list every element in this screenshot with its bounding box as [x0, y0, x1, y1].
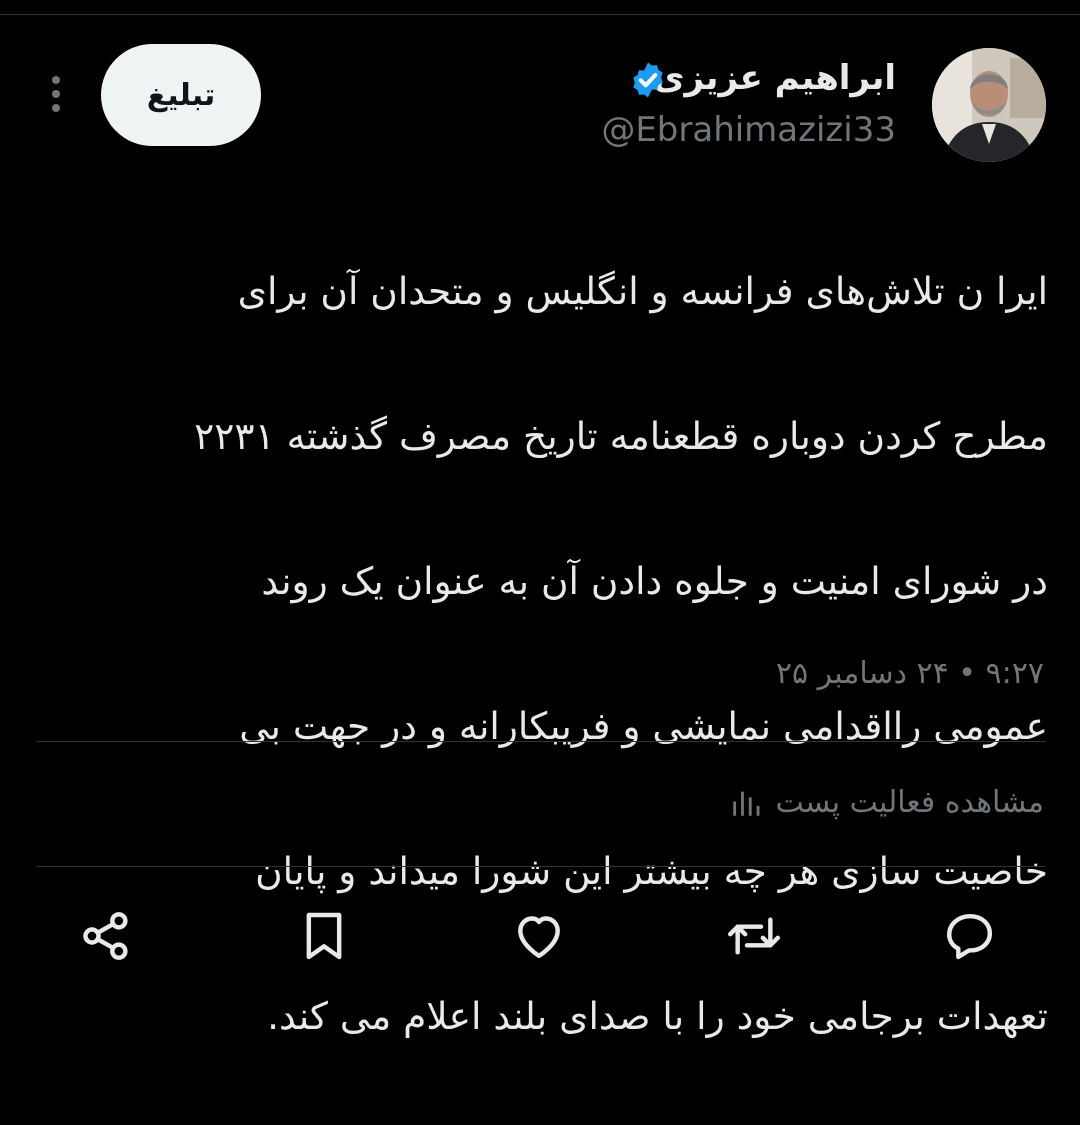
tweet-line: خاصیت سازی هر چه بیشتر این شورا میداند و…: [255, 848, 1048, 893]
tweet-timestamp[interactable]: ۹:۲۷ • ۲۴ دسامبر ۲۵: [776, 656, 1044, 691]
author-avatar[interactable]: [932, 48, 1046, 162]
divider: [36, 866, 1046, 867]
tweet-line: تعهدات برجامی خود را با صدای بلند اعلام …: [267, 993, 1048, 1038]
reply-button[interactable]: [940, 906, 1000, 966]
top-divider: [0, 14, 1080, 15]
tweet-line: ایرا ن تلاش‌های فرانسه و انگلیس و متحدان…: [237, 268, 1048, 313]
share-button[interactable]: [76, 906, 136, 966]
bookmark-button[interactable]: [294, 906, 354, 966]
tweet-line: در شورای امنیت و جلوه دادن آن به عنوان ی…: [261, 558, 1048, 603]
like-icon: [518, 916, 560, 959]
profile-photo-icon: [932, 48, 1046, 162]
retweet-icon: [727, 917, 781, 955]
analytics-icon: [733, 791, 760, 816]
author-handle[interactable]: @Ebrahimazizi33: [601, 110, 896, 150]
more-vertical-icon[interactable]: [50, 74, 62, 114]
reply-icon: [947, 913, 993, 960]
divider: [36, 741, 1046, 742]
post-activity-label: مشاهده فعالیت پست: [775, 785, 1044, 820]
post-activity-link[interactable]: مشاهده فعالیت پست: [729, 785, 1044, 820]
tweet-body: ایرا ن تلاش‌های فرانسه و انگلیس و متحدان…: [36, 182, 1048, 1125]
tweet-line: عمومی رااقدامی نمایشی و فریبکارانه و در …: [239, 703, 1048, 748]
like-button[interactable]: [509, 906, 569, 966]
promote-button[interactable]: تبلیغ: [101, 44, 261, 146]
share-icon: [83, 912, 128, 960]
tweet-line: مطرح کردن دوباره قطعنامه تاریخ مصرف گذشت…: [194, 413, 1048, 458]
verified-badge-icon[interactable]: [628, 60, 668, 100]
retweet-button[interactable]: [724, 906, 784, 966]
author-display-name[interactable]: ابراهیم عزیزی: [653, 58, 896, 98]
bookmark-icon: [306, 912, 342, 960]
